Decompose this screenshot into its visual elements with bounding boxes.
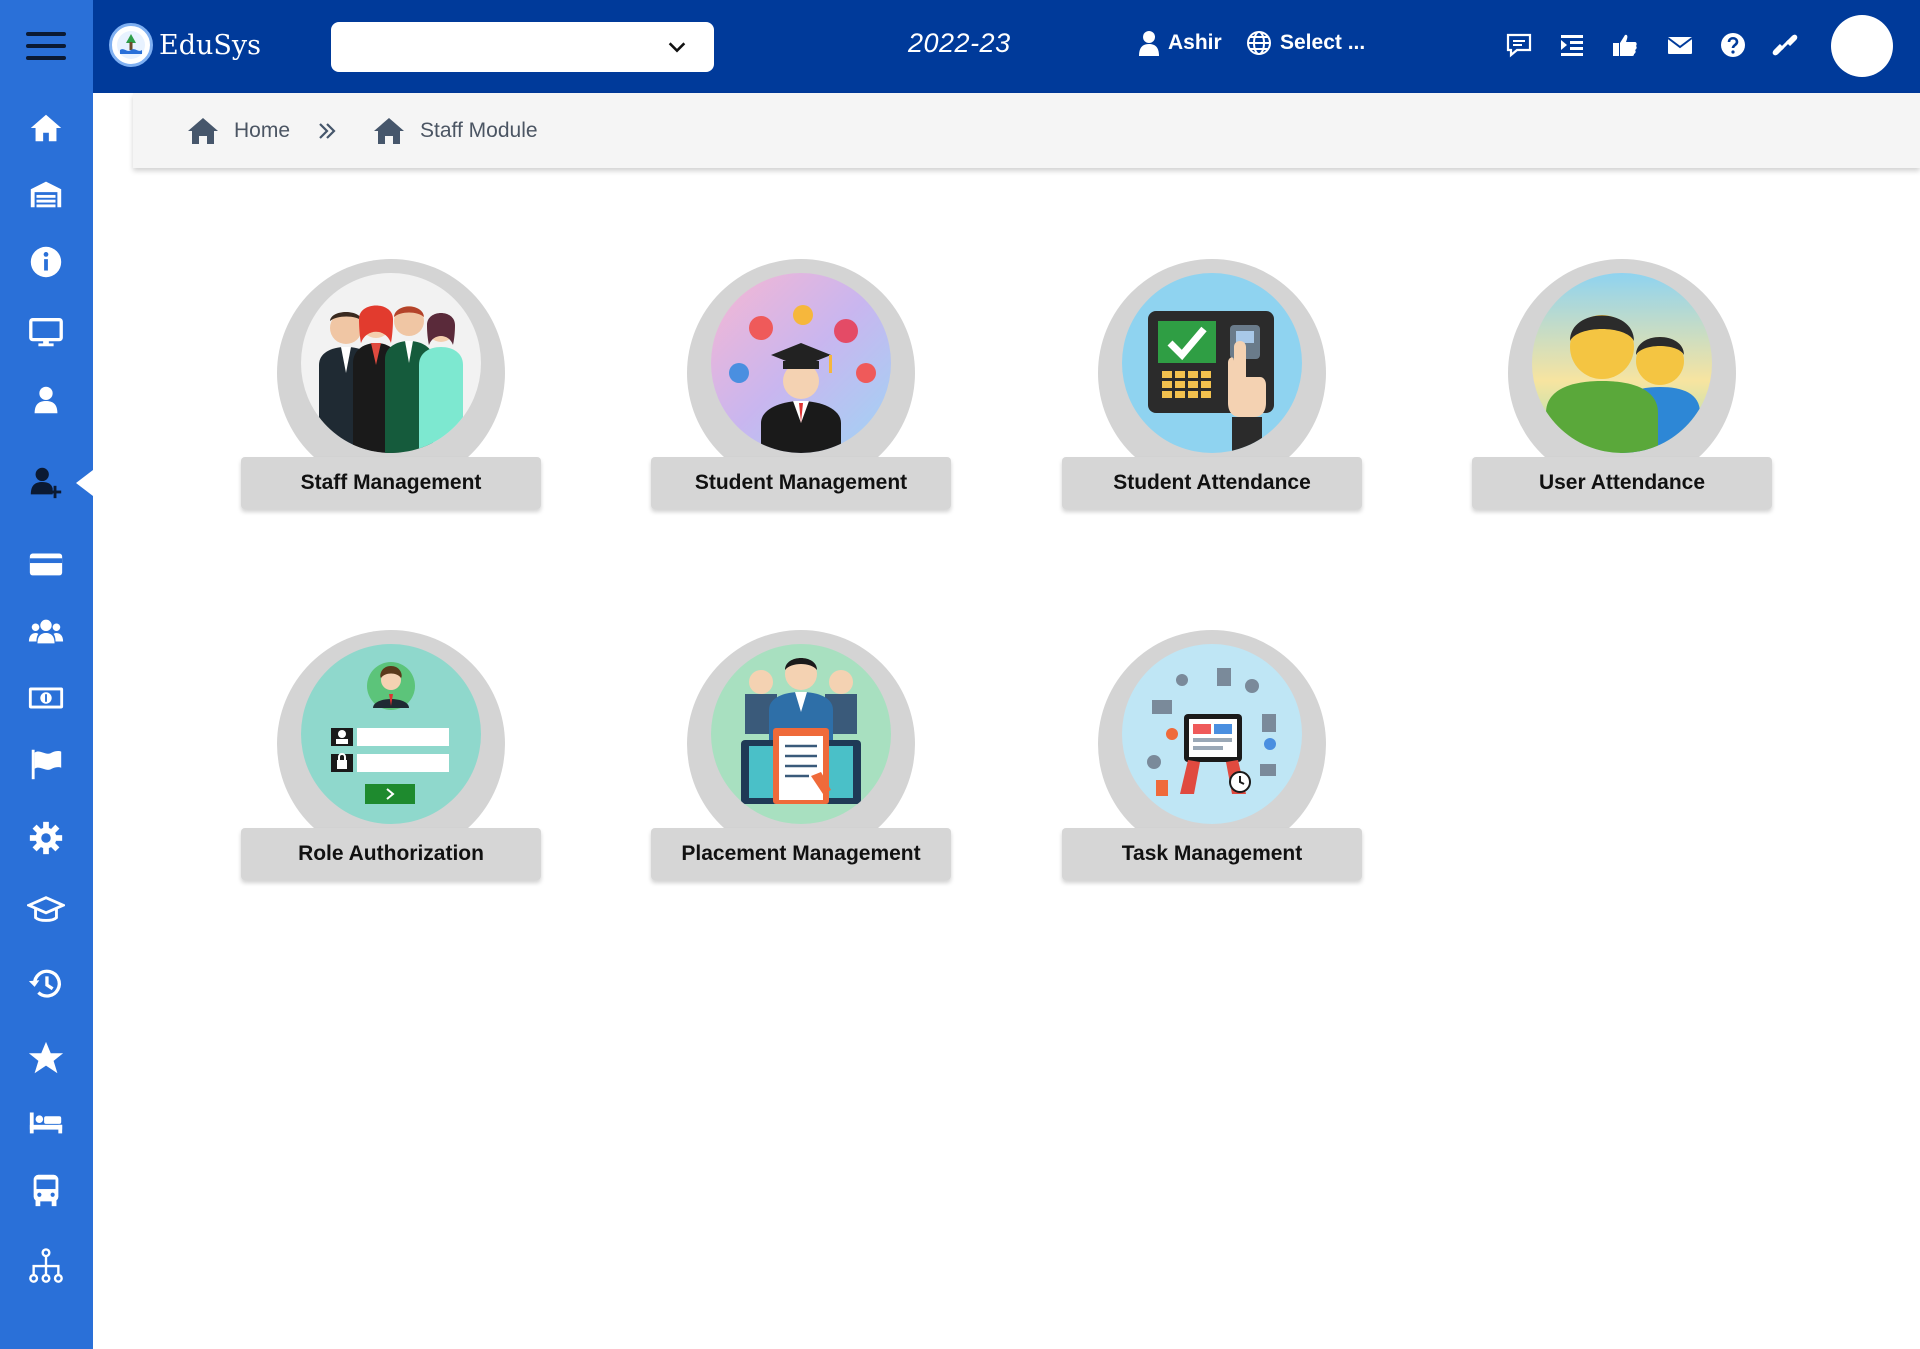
double-chevron-right-icon: [319, 122, 336, 139]
attendance-terminal-icon: [1122, 273, 1302, 453]
breadcrumb-current[interactable]: Staff Module: [372, 116, 538, 146]
language-select[interactable]: Select ...: [1246, 30, 1365, 56]
user-add-icon[interactable]: [24, 460, 68, 504]
sidebar: [0, 0, 93, 1349]
hamburger-menu-icon[interactable]: [26, 32, 66, 62]
module-label: Staff Management: [241, 457, 541, 509]
user-icon: [1139, 31, 1159, 56]
module-student-attendance[interactable]: Student Attendance: [1062, 259, 1362, 519]
home-icon: [188, 117, 218, 144]
graduate-student-icon: [711, 273, 891, 453]
task-tablet-icon: [1122, 644, 1302, 824]
gear-icon[interactable]: [24, 816, 68, 860]
module-task-management[interactable]: Task Management: [1062, 630, 1362, 890]
module-student-management[interactable]: Student Management: [651, 259, 951, 519]
module-role-authorization[interactable]: Role Authorization: [241, 630, 541, 890]
home-icon: [374, 117, 405, 144]
chevron-down-icon: [668, 42, 686, 53]
help-icon[interactable]: [1716, 28, 1750, 62]
session-select[interactable]: [331, 22, 714, 72]
history-icon[interactable]: [24, 962, 68, 1006]
placement-interview-icon: [711, 644, 891, 824]
module-label: Task Management: [1062, 828, 1362, 880]
module-staff-management[interactable]: Staff Management: [241, 259, 541, 519]
bed-icon[interactable]: [24, 1100, 68, 1144]
monitor-icon[interactable]: [24, 310, 68, 354]
breadcrumb-home-label: Home: [234, 118, 291, 142]
module-placement-management[interactable]: Placement Management: [651, 630, 951, 890]
app-logo[interactable]: EduSys: [109, 23, 261, 67]
breadcrumb-current-label: Staff Module: [420, 118, 538, 142]
breadcrumb-home[interactable]: Home: [186, 116, 290, 146]
sitemap-icon[interactable]: [24, 1244, 68, 1288]
thumbs-up-icon[interactable]: [1608, 28, 1642, 62]
module-user-attendance[interactable]: User Attendance: [1472, 259, 1772, 519]
top-bar: EduSys 2022-23 Ashir Select ...: [93, 0, 1920, 93]
staff-group-icon: [301, 273, 481, 453]
app-name: EduSys: [159, 29, 261, 61]
users-pair-icon: [1532, 273, 1712, 453]
info-icon[interactable]: [24, 240, 68, 284]
users-icon[interactable]: [24, 610, 68, 654]
home-icon[interactable]: [24, 106, 68, 150]
module-label: Role Authorization: [241, 828, 541, 880]
graduation-cap-icon[interactable]: [24, 888, 68, 932]
avatar[interactable]: [1831, 15, 1893, 77]
mail-icon[interactable]: [1663, 28, 1697, 62]
bus-icon[interactable]: [24, 1168, 68, 1212]
language-select-value: Select ...: [1280, 31, 1366, 54]
indent-icon[interactable]: [1555, 28, 1589, 62]
globe-icon: [1247, 31, 1271, 55]
module-label: Student Management: [651, 457, 951, 509]
module-label: User Attendance: [1472, 457, 1772, 509]
user-name: Ashir: [1168, 31, 1222, 54]
breadcrumb: Home Staff Module: [133, 93, 1920, 168]
warehouse-icon[interactable]: [24, 172, 68, 216]
user-icon[interactable]: [24, 378, 68, 422]
academic-year: 2022-23: [908, 28, 1011, 58]
star-icon[interactable]: [24, 1036, 68, 1080]
chat-icon[interactable]: [1502, 28, 1536, 62]
money-icon[interactable]: [24, 676, 68, 720]
login-form-icon: [301, 644, 481, 824]
flag-icon[interactable]: [24, 742, 68, 786]
user-menu[interactable]: Ashir: [1138, 30, 1222, 56]
active-indicator: [76, 470, 93, 496]
link-icon[interactable]: [1768, 28, 1802, 62]
module-label: Placement Management: [651, 828, 951, 880]
card-icon[interactable]: [24, 542, 68, 586]
module-label: Student Attendance: [1062, 457, 1362, 509]
logo-emblem-icon: [109, 23, 153, 67]
